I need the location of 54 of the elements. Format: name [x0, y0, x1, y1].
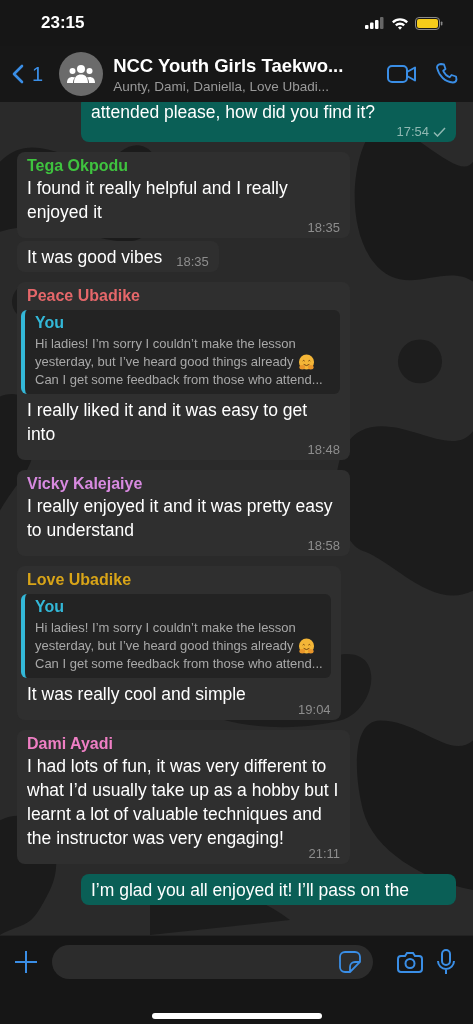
quote-author: You: [35, 314, 66, 332]
group-avatar[interactable]: [59, 52, 104, 96]
quote-text: yesterday, but I’ve heard good things already: [35, 637, 294, 655]
message-text: attended please, how did you find it?: [91, 102, 377, 124]
sender-name: Tega Okpodu: [27, 156, 130, 176]
camera-icon[interactable]: [397, 951, 423, 973]
message-input-field[interactable]: [52, 945, 373, 979]
status-time: 23:15: [41, 13, 85, 33]
chat-title[interactable]: NCC Youth Girls Taekwo...: [113, 54, 369, 77]
sticker-icon[interactable]: [339, 951, 361, 973]
incoming-message[interactable]: Love Ubadike You Hi ladies! I’m sorry I couldn’t make the lesson yesterday, but I’ve heard good things already Can I get some feedback from those who attend... It was really cool and simple 19:04: [17, 566, 341, 720]
back-icon[interactable]: [12, 64, 24, 84]
message-time: 18:48: [307, 442, 340, 457]
message-text: I’m glad you all enjoyed it! I’ll pass on the: [91, 879, 411, 902]
quote-text: Can I get some feedback from those who attend...: [35, 371, 323, 389]
quote-text: Hi ladies! I’m sorry I couldn’t make the lesson: [35, 335, 296, 353]
quoted-message[interactable]: You Hi ladies! I’m sorry I couldn’t make the lesson yesterday, but I’ve heard good things already Can I get some feedback from those who attend...: [21, 310, 340, 394]
phone-icon[interactable]: [435, 62, 459, 86]
message-time: 18:35: [176, 254, 209, 269]
message-text: It was really cool and simple: [27, 683, 247, 706]
message-time: 17:54: [396, 124, 429, 139]
outgoing-message[interactable]: I’m glad you all enjoyed it! I’ll pass on the: [81, 874, 456, 905]
battery-icon: [415, 16, 443, 30]
chat-members: Aunty, Dami, Daniella, Love Ubadi...: [113, 78, 330, 94]
incoming-message[interactable]: It was good vibes 18:35: [17, 241, 219, 272]
quoted-message[interactable]: You Hi ladies! I’m sorry I couldn’t make the lesson yesterday, but I’ve heard good things already Can I get some feedback from those who attend...: [21, 594, 331, 678]
wifi-icon: [391, 16, 409, 30]
sender-name: Love Ubadike: [27, 570, 133, 590]
quote-text: Hi ladies! I’m sorry I couldn’t make the lesson: [35, 619, 296, 637]
quote-text: Can I get some feedback from those who attend...: [35, 655, 323, 673]
quote-author: You: [35, 598, 66, 616]
add-icon[interactable]: [14, 950, 38, 974]
message-time: 18:58: [307, 538, 340, 553]
sender-name: Vicky Kalejaiye: [27, 474, 144, 494]
message-text: I had lots of fun, it was very different to what I’d usually take up as a hobby but I learnt a lot of valuable techniques and the instructor was very engaging!: [27, 755, 340, 849]
message-time: 18:35: [307, 220, 340, 235]
signal-icon: [365, 17, 385, 29]
incoming-message[interactable]: [17, 282, 350, 460]
sender-name: Dami Ayadi: [27, 734, 114, 754]
message-text: I found it really helpful and I really enjoyed it: [27, 177, 289, 224]
sender-name: Peace Ubadike: [27, 286, 141, 306]
message-text: It was good vibes: [27, 246, 163, 269]
incoming-message[interactable]: Dami Ayadi I had lots of fun, it was very different to what I’d usually take up as a hobby but I learnt a lot of valuable techniques and the instructor was very engaging! 21:11: [17, 730, 350, 864]
message-time: 19:04: [298, 702, 331, 717]
message-text: I really enjoyed it and it was pretty easy to understand: [27, 495, 334, 541]
incoming-message[interactable]: Vicky Kalejaiye I really enjoyed it and it was pretty easy to understand 18:58: [17, 470, 350, 556]
message-time: 21:11: [308, 846, 340, 861]
back-button[interactable]: 1: [12, 62, 44, 86]
video-call-icon[interactable]: [387, 64, 417, 84]
microphone-icon[interactable]: [437, 949, 455, 975]
message-text: I really liked it and it was easy to get into: [27, 399, 308, 446]
quote-text: yesterday, but I’ve heard good things already: [35, 353, 294, 371]
incoming-message[interactable]: Tega Okpodu I found it really helpful and I really enjoyed it 18:35: [17, 152, 350, 238]
outgoing-message[interactable]: attended please, how did you find it? 17:54: [81, 102, 456, 142]
